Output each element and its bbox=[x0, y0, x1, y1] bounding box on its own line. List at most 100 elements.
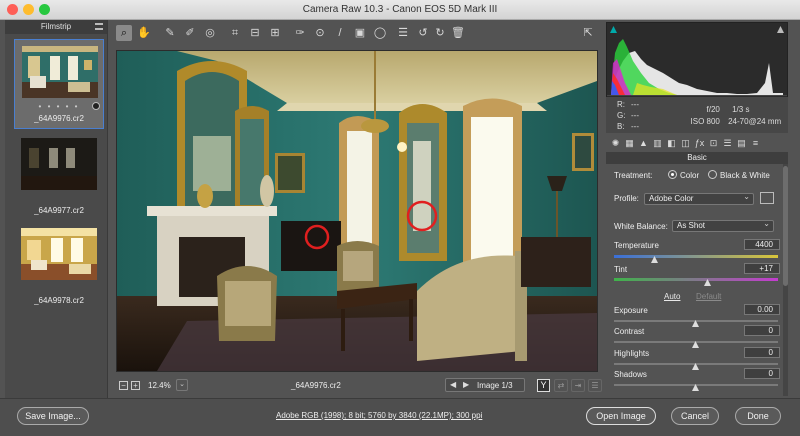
before-after-button[interactable]: Y bbox=[537, 379, 550, 392]
thumbnail-filename: _64A9976.cr2 bbox=[34, 114, 84, 123]
previous-image-button[interactable]: ◀ bbox=[450, 380, 456, 389]
tint-value[interactable]: +17 bbox=[744, 263, 780, 274]
calibration-icon[interactable]: ⊡ bbox=[708, 138, 719, 149]
full-screen-icon[interactable]: ⇱ bbox=[580, 25, 596, 41]
panel-menu-icon[interactable]: ≡ bbox=[750, 138, 761, 149]
filmstrip-menu-icon[interactable] bbox=[95, 23, 103, 30]
temperature-label: Temperature bbox=[614, 241, 659, 250]
zoom-in-button[interactable]: + bbox=[131, 381, 140, 390]
swap-before-after-icon[interactable]: ⇄ bbox=[554, 379, 568, 392]
red-readout: R: --- bbox=[617, 100, 639, 109]
straighten-icon[interactable]: ⊟ bbox=[247, 25, 263, 41]
star-rating[interactable]: • • • • • bbox=[15, 102, 103, 111]
filmstrip-item-3[interactable]: _64A9978.cr2 bbox=[14, 222, 104, 312]
aperture-shutter: f/20 1/3 s bbox=[706, 105, 750, 114]
contrast-label: Contrast bbox=[614, 327, 645, 336]
open-image-button[interactable]: Open Image bbox=[586, 407, 656, 425]
zoom-tool-icon[interactable]: ⌕ bbox=[116, 25, 132, 41]
treatment-label: Treatment: bbox=[614, 171, 653, 180]
profile-browser-icon[interactable] bbox=[760, 192, 774, 204]
filmstrip-title: Filmstrip bbox=[40, 22, 72, 31]
save-image-button[interactable]: Save Image... bbox=[17, 407, 89, 425]
transform-icon[interactable]: ⊞ bbox=[267, 25, 283, 41]
radial-filter-icon[interactable]: ◯ bbox=[372, 25, 388, 41]
exposure-value[interactable]: 0.00 bbox=[744, 304, 780, 315]
treatment-color-radio[interactable] bbox=[668, 170, 677, 179]
profile-select[interactable]: Adobe Color bbox=[644, 192, 754, 205]
presets-icon[interactable]: ☰ bbox=[722, 138, 733, 149]
highlights-value[interactable]: 0 bbox=[744, 347, 780, 358]
filmstrip-item-1[interactable]: • • • • • _64A9976.cr2 bbox=[14, 39, 104, 129]
zoom-window-button[interactable] bbox=[39, 4, 50, 15]
title-bar: Camera Raw 10.3 - Canon EOS 5D Mark III bbox=[0, 0, 800, 20]
close-window-button[interactable] bbox=[7, 4, 18, 15]
zoom-dropdown[interactable]: ⌄ bbox=[176, 379, 188, 391]
white-balance-select[interactable]: As Shot bbox=[672, 219, 774, 232]
done-button[interactable]: Done bbox=[735, 407, 781, 425]
shadows-value[interactable]: 0 bbox=[744, 368, 780, 379]
green-readout: G: --- bbox=[617, 111, 639, 120]
toggle-settings-icon[interactable]: ☰ bbox=[588, 379, 602, 392]
preview-status-bar: − + 12.4% ⌄ _64A9976.cr2 ◀ ▶ Image 1/3 Y… bbox=[116, 376, 602, 394]
next-image-button[interactable]: ▶ bbox=[463, 380, 469, 389]
red-eye-icon[interactable]: ⊙ bbox=[312, 25, 328, 41]
temperature-value[interactable]: 4400 bbox=[744, 239, 780, 250]
adjustment-brush-icon[interactable]: / bbox=[332, 25, 348, 41]
thumbnail-image bbox=[22, 46, 98, 98]
blue-readout: B: --- bbox=[617, 122, 639, 131]
minimize-window-button[interactable] bbox=[23, 4, 34, 15]
current-filename: _64A9976.cr2 bbox=[291, 381, 341, 390]
filmstrip-item-2[interactable]: _64A9977.cr2 bbox=[14, 132, 104, 222]
tint-slider[interactable] bbox=[614, 278, 778, 281]
eyedropper-icon[interactable]: ✎ bbox=[162, 25, 178, 41]
detail-icon[interactable]: ▲ bbox=[638, 138, 649, 149]
auto-button[interactable]: Auto bbox=[664, 292, 680, 301]
image-navigator: ◀ ▶ Image 1/3 bbox=[445, 378, 525, 392]
panel-scrollbar[interactable] bbox=[783, 164, 788, 396]
treatment-bw-radio[interactable] bbox=[708, 170, 717, 179]
default-button[interactable]: Default bbox=[696, 292, 721, 301]
tone-curve-icon[interactable]: ▦ bbox=[624, 138, 635, 149]
zoom-out-button[interactable]: − bbox=[119, 381, 128, 390]
hsl-icon[interactable]: ▥ bbox=[652, 138, 663, 149]
rotate-left-icon[interactable]: ↺ bbox=[415, 25, 431, 41]
cancel-button[interactable]: Cancel bbox=[671, 407, 719, 425]
thumbnail-image bbox=[21, 138, 97, 190]
dialog-footer: Save Image... Adobe RGB (1998); 8 bit; 5… bbox=[0, 398, 800, 436]
treatment-bw-label: Black & White bbox=[720, 171, 770, 180]
lens-corrections-icon[interactable]: ◫ bbox=[680, 138, 691, 149]
color-sampler-icon[interactable]: ✐ bbox=[182, 25, 198, 41]
rotate-right-icon[interactable]: ↻ bbox=[432, 25, 448, 41]
temperature-slider[interactable] bbox=[614, 255, 778, 258]
image-preview[interactable] bbox=[116, 50, 598, 372]
crop-icon[interactable]: ⌗ bbox=[227, 25, 243, 41]
effects-icon[interactable]: ƒx bbox=[694, 138, 705, 149]
thumbnail-image bbox=[21, 228, 97, 280]
trash-icon[interactable]: 🗑 bbox=[450, 25, 466, 41]
copy-settings-icon[interactable]: ⇥ bbox=[571, 379, 585, 392]
filmstrip-header: Filmstrip bbox=[5, 20, 107, 34]
tool-bar: ⌕ ✋ ✎ ✐ ◎ ⌗ ⊟ ⊞ ✑ ⊙ / ▣ ◯ ☰ ↺ ↻ 🗑 ⇱ bbox=[112, 22, 598, 44]
exposure-label: Exposure bbox=[614, 306, 648, 315]
contrast-value[interactable]: 0 bbox=[744, 325, 780, 336]
info-readout: R: --- G: --- B: --- f/20 1/3 s ISO 800 24-… bbox=[606, 97, 788, 133]
basic-panel-icon[interactable]: ✺ bbox=[610, 138, 621, 149]
treatment-color-label: Color bbox=[680, 171, 700, 180]
spot-removal-icon[interactable]: ✑ bbox=[292, 25, 308, 41]
basic-panel: Treatment: Color Black & White Profile: … bbox=[606, 164, 782, 398]
panel-tabs: ✺ ▦ ▲ ▥ ◧ ◫ ƒx ⊡ ☰ ▤ ≡ bbox=[606, 137, 788, 151]
preferences-icon[interactable]: ☰ bbox=[395, 25, 411, 41]
reject-icon[interactable] bbox=[92, 102, 100, 110]
hand-tool-icon[interactable]: ✋ bbox=[136, 25, 152, 41]
split-toning-icon[interactable]: ◧ bbox=[666, 138, 677, 149]
targeted-adjustment-icon[interactable]: ◎ bbox=[202, 25, 218, 41]
highlights-label: Highlights bbox=[614, 349, 650, 358]
window-title: Camera Raw 10.3 - Canon EOS 5D Mark III bbox=[302, 4, 498, 15]
graduated-filter-icon[interactable]: ▣ bbox=[352, 25, 368, 41]
workflow-options-link[interactable]: Adobe RGB (1998); 8 bit; 5760 by 3840 (2… bbox=[276, 411, 482, 420]
panel-title: Basic bbox=[606, 152, 788, 164]
iso-lens: ISO 800 24-70@24 mm bbox=[690, 117, 782, 126]
thumbnail-filename: _64A9977.cr2 bbox=[34, 206, 84, 215]
zoom-level: 12.4% bbox=[148, 381, 171, 390]
snapshots-icon[interactable]: ▤ bbox=[736, 138, 747, 149]
